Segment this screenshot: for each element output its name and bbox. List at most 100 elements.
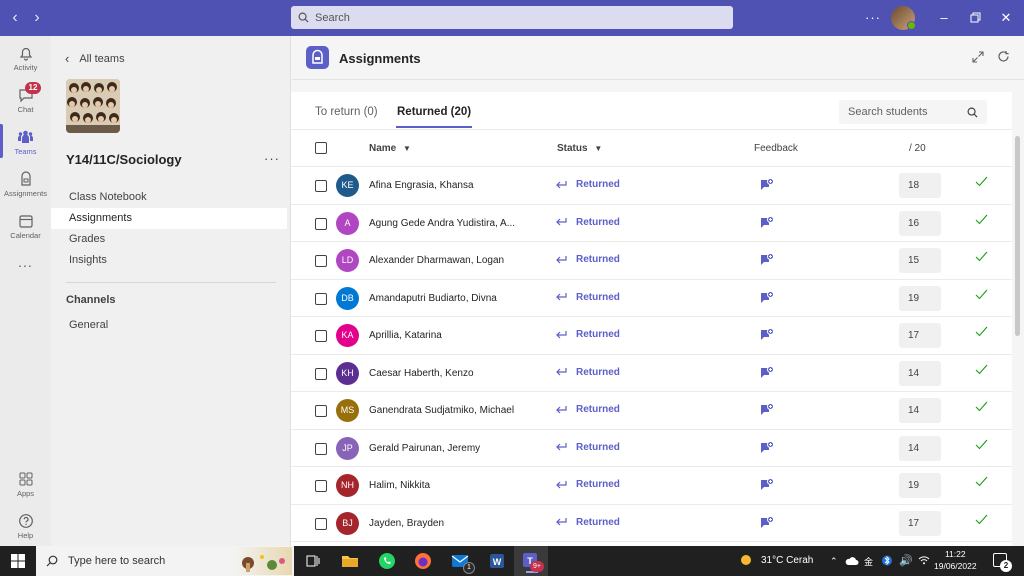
check-icon [975, 514, 988, 528]
row-checkbox[interactable] [315, 217, 327, 230]
team-nav-grades[interactable]: Grades [51, 229, 287, 250]
table-row[interactable]: DB Amandaputri Budiarto, Divna Returned 19 [291, 280, 1012, 318]
minimize-icon[interactable]: – [933, 8, 955, 28]
whatsapp-icon[interactable] [376, 550, 398, 572]
grade-input[interactable]: 14 [899, 360, 941, 386]
table-row[interactable]: KA Aprillia, Katarina Returned 17 [291, 317, 1012, 355]
student-name[interactable]: Ganendrata Sudjatmiko, Michael [369, 405, 514, 416]
expand-icon[interactable] [972, 51, 984, 66]
restore-icon[interactable] [964, 8, 986, 28]
settings-more-icon[interactable]: ··· [862, 8, 884, 28]
rail-item-calendar[interactable]: Calendar [0, 208, 51, 248]
team-nav-assignments[interactable]: Assignments [51, 208, 287, 229]
select-all-checkbox[interactable] [315, 142, 327, 154]
rail-item-apps[interactable]: Apps [0, 466, 51, 506]
row-checkbox[interactable] [315, 180, 327, 192]
channel-general[interactable]: General [51, 315, 287, 336]
row-checkbox[interactable] [315, 480, 327, 492]
rail-item-assignments[interactable]: Assignments [0, 166, 51, 206]
column-header-name[interactable]: Name ▼ [369, 143, 411, 154]
table-row[interactable]: NH Halim, Nikkita Returned 19 [291, 467, 1012, 505]
file-explorer-icon[interactable] [339, 550, 361, 572]
back-arrow-icon[interactable]: ‹ [7, 9, 23, 27]
grade-input[interactable]: 14 [899, 435, 941, 461]
word-icon[interactable]: W [486, 550, 508, 572]
table-row[interactable]: MS Ganendrata Sudjatmiko, Michael Returned… [291, 392, 1012, 430]
grade-input[interactable]: 18 [899, 173, 941, 198]
student-name[interactable]: Amandaputri Budiarto, Divna [369, 293, 497, 304]
row-checkbox[interactable] [315, 405, 327, 417]
forward-arrow-icon[interactable]: › [29, 9, 45, 27]
grade-input[interactable]: 19 [899, 473, 941, 498]
row-checkbox[interactable] [315, 517, 327, 530]
student-name[interactable]: Afina Engrasia, Khansa [369, 180, 474, 191]
feedback-icon[interactable] [760, 403, 774, 420]
rail-item-activity[interactable]: Activity [0, 40, 51, 80]
grade-input[interactable]: 15 [899, 248, 941, 273]
table-row[interactable]: BJ Jayden, Brayden Returned 17 [291, 505, 1012, 543]
search-students-input[interactable]: Search students [839, 100, 987, 124]
table-row[interactable]: A Agung Gede Andra Yudistira, A... Returne… [291, 205, 1012, 243]
tab-returned[interactable]: Returned (20) [397, 106, 471, 118]
grade-input[interactable]: 19 [899, 285, 941, 311]
table-row[interactable]: JP Gerald Pairunan, Jeremy Returned 14 [291, 430, 1012, 468]
row-checkbox[interactable] [315, 367, 327, 380]
feedback-icon[interactable] [760, 440, 774, 458]
rail-item-more[interactable]: ... [0, 254, 51, 294]
task-view-icon[interactable] [302, 550, 324, 572]
firefox-icon[interactable] [412, 550, 434, 572]
student-name[interactable]: Caesar Haberth, Kenzo [369, 368, 474, 379]
all-teams-label: All teams [79, 52, 125, 65]
feedback-icon[interactable] [760, 215, 774, 233]
weather-widget[interactable]: 31°C Cerah [739, 553, 813, 567]
close-icon[interactable]: ✕ [995, 8, 1017, 28]
student-name[interactable]: Agung Gede Andra Yudistira, A... [369, 218, 515, 229]
row-checkbox[interactable] [315, 292, 327, 305]
refresh-icon[interactable] [997, 50, 1010, 66]
feedback-icon[interactable] [760, 328, 774, 345]
scrollbar-thumb[interactable] [1015, 136, 1020, 336]
student-name[interactable]: Alexander Dharmawan, Logan [369, 255, 504, 266]
rail-item-help[interactable]: Help [0, 508, 51, 548]
row-checkbox[interactable] [315, 255, 327, 267]
feedback-icon[interactable] [760, 515, 774, 533]
student-name[interactable]: Gerald Pairunan, Jeremy [369, 443, 480, 454]
tab-to-return[interactable]: To return (0) [315, 106, 378, 118]
column-header-status[interactable]: Status ▼ [557, 143, 602, 154]
feedback-icon[interactable] [760, 290, 774, 308]
team-more-options-icon[interactable]: ··· [264, 151, 280, 166]
bluetooth-icon[interactable] [882, 554, 892, 570]
volume-icon[interactable]: 🔊 [899, 554, 913, 567]
grade-input[interactable]: 16 [899, 210, 941, 236]
feedback-icon[interactable] [760, 253, 774, 270]
feedback-icon[interactable] [760, 478, 774, 495]
grade-input[interactable]: 17 [899, 510, 941, 536]
teams-taskbar-badge: 9+ [530, 561, 544, 572]
chevron-up-icon[interactable]: ⌃ [830, 556, 838, 567]
team-nav-insights[interactable]: Insights [51, 250, 287, 271]
student-avatar: KE [336, 174, 359, 197]
grade-input[interactable]: 17 [899, 323, 941, 348]
check-icon [975, 476, 988, 490]
team-nav-class-notebook[interactable]: Class Notebook [51, 187, 287, 208]
grade-input[interactable]: 14 [899, 398, 941, 423]
windows-start-icon[interactable] [11, 554, 25, 571]
wifi-icon[interactable] [918, 555, 930, 568]
global-search-input[interactable]: Search [291, 6, 733, 29]
row-checkbox[interactable] [315, 330, 327, 342]
table-row[interactable]: KH Caesar Haberth, Kenzo Returned 14 [291, 355, 1012, 393]
all-teams-link[interactable]: ‹ All teams [65, 51, 125, 66]
presence-available-icon [907, 21, 916, 30]
student-name[interactable]: Aprillia, Katarina [369, 330, 442, 341]
student-name[interactable]: Halim, Nikkita [369, 480, 430, 491]
system-clock[interactable]: 11:22 19/06/2022 [934, 548, 977, 572]
feedback-icon[interactable] [760, 178, 774, 195]
feedback-icon[interactable] [760, 365, 774, 383]
table-row[interactable]: LD Alexander Dharmawan, Logan Returned 15 [291, 242, 1012, 280]
cloud-icon[interactable] [845, 556, 859, 569]
table-row[interactable]: KE Afina Engrasia, Khansa Returned 18 [291, 167, 1012, 205]
ime-icon[interactable]: 金 [864, 555, 873, 568]
row-checkbox[interactable] [315, 442, 327, 455]
rail-item-teams[interactable]: Teams [0, 124, 51, 164]
student-name[interactable]: Jayden, Brayden [369, 518, 444, 529]
